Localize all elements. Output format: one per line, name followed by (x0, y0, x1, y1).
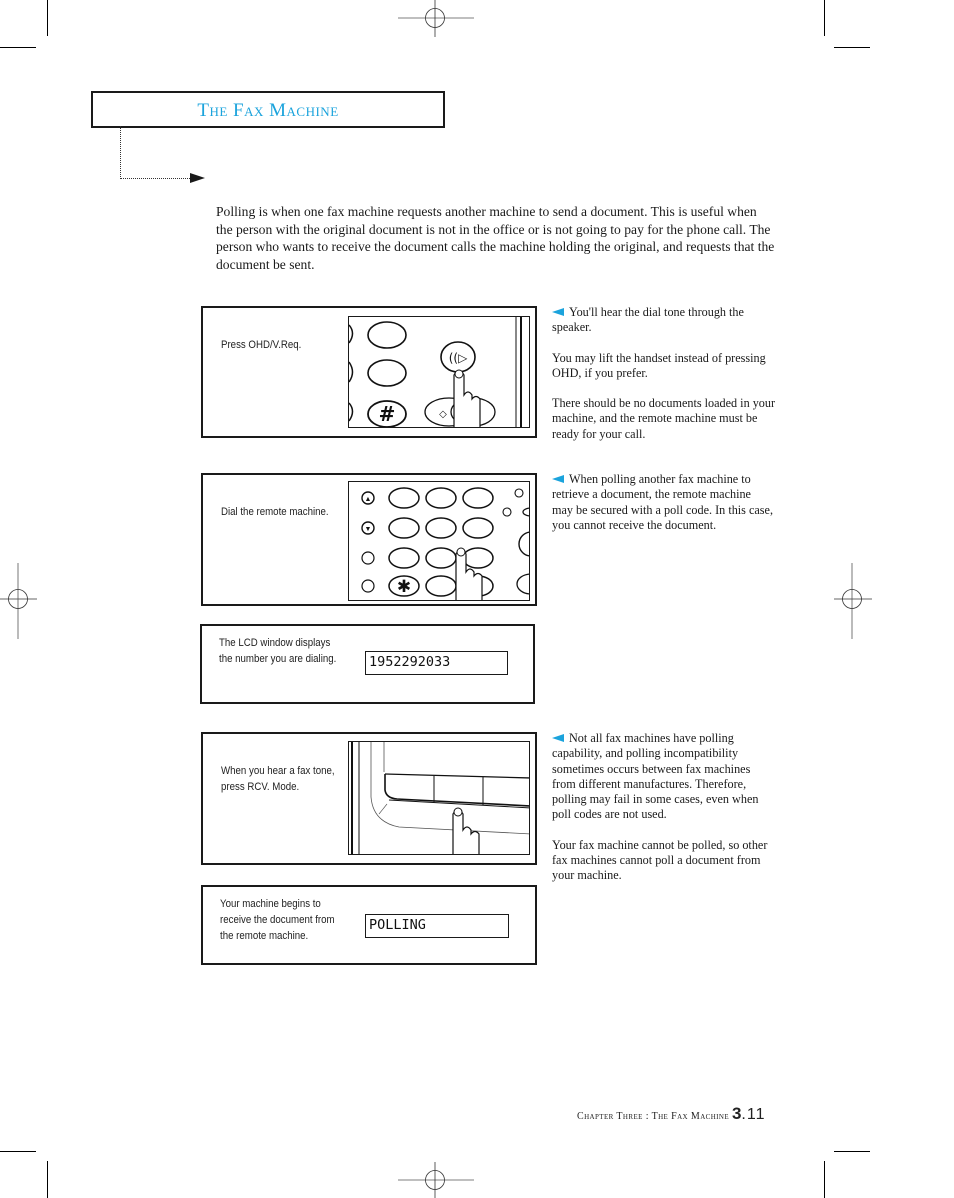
section-title-box: The Fax Machine (91, 91, 445, 128)
note-text: When polling another fax machine to retr… (552, 472, 773, 532)
dotted-connector (120, 178, 192, 179)
page-number-page: .11 (741, 1106, 766, 1123)
page-title: The Fax Machine (197, 100, 339, 121)
triangle-left-icon (552, 734, 564, 742)
registration-mark-icon (398, 0, 474, 37)
fax-panel-ohd-icon: # ((▷ ◇ (349, 317, 522, 427)
crop-mark (824, 0, 825, 36)
note-text: You may lift the handset instead of pres… (552, 350, 766, 380)
crop-mark (834, 1151, 870, 1152)
step-label: Dial the remote machine. (221, 506, 329, 518)
step-panel-5: Your machine begins to receive the docum… (201, 885, 537, 965)
step-panel-3: The LCD window displays the number you a… (200, 624, 535, 704)
crop-mark (47, 0, 48, 36)
registration-mark-icon (398, 1162, 474, 1198)
page-number-chapter: 3 (731, 1104, 742, 1123)
step-label: The LCD window displays the number you a… (219, 637, 337, 665)
step-label: When you hear a fax tone, press RCV. Mod… (221, 765, 335, 793)
note-text: Not all fax machines have polling capabi… (552, 731, 759, 822)
step-label: Press OHD/V.Req. (221, 339, 302, 351)
fax-panel-rcv-icon (351, 742, 529, 854)
lcd-display: POLLING (365, 914, 509, 938)
intro-paragraph: Polling is when one fax machine requests… (216, 204, 775, 272)
triangle-left-icon (552, 475, 564, 483)
triangle-left-icon (552, 308, 564, 316)
dotted-connector (120, 126, 121, 179)
registration-mark-icon (834, 563, 872, 639)
svg-text:✱: ✱ (397, 577, 411, 597)
side-note-1: You'll hear the dial tone through the sp… (552, 305, 780, 457)
step-panel-1: Press OHD/V.Req. # ((▷ ◇ (201, 306, 537, 438)
lcd-display: 1952292033 (365, 651, 508, 675)
side-note-2: When polling another fax machine to retr… (552, 472, 774, 548)
note-text: You'll hear the dial tone through the sp… (552, 305, 744, 335)
page-footer: Chapter Three : The Fax Machine 3.11 (577, 1104, 765, 1124)
crop-mark (47, 1161, 48, 1198)
ohd-button-illustration: # ((▷ ◇ (348, 316, 530, 428)
keypad-illustration: ▲ ▼ ✱ (348, 481, 530, 601)
svg-text:((▷: ((▷ (449, 351, 468, 365)
rcv-mode-illustration (348, 741, 530, 855)
fax-keypad-icon: ▲ ▼ ✱ (361, 487, 529, 600)
svg-text:#: # (379, 402, 396, 426)
svg-text:▲: ▲ (365, 495, 372, 503)
arrow-right-icon (190, 173, 205, 183)
svg-text:◇: ◇ (439, 409, 447, 420)
registration-mark-icon (0, 563, 37, 639)
crop-mark (0, 1151, 36, 1152)
note-text: There should be no documents loaded in y… (552, 396, 776, 441)
crop-mark (834, 47, 870, 48)
crop-mark (0, 47, 36, 48)
step-label: Your machine begins to receive the docum… (220, 898, 335, 942)
note-text: Your fax machine cannot be polled, so ot… (552, 837, 768, 883)
crop-mark (824, 1161, 825, 1198)
svg-text:▼: ▼ (365, 525, 372, 533)
running-head: Chapter Three : The Fax Machine (577, 1111, 730, 1122)
step-panel-4: When you hear a fax tone, press RCV. Mod… (201, 732, 537, 865)
side-note-3: Not all fax machines have polling capabi… (552, 731, 774, 899)
step-panel-2: Dial the remote machine. ▲ ▼ ✱ (201, 473, 537, 606)
